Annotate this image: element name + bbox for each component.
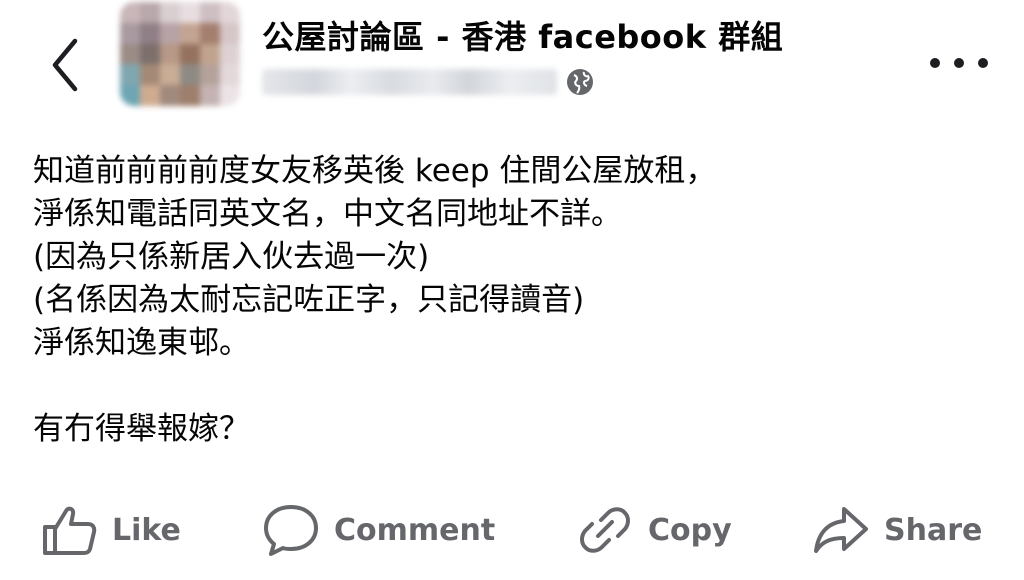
action-bar: Like Comment Copy Share xyxy=(0,490,1024,570)
back-button[interactable] xyxy=(40,30,90,100)
post-line: 有冇得舉報嫁？ xyxy=(33,411,250,447)
group-title[interactable]: 公屋討論區 - 香港 facebook 群組 xyxy=(262,12,783,58)
comment-label: Comment xyxy=(334,512,496,548)
author-name-redacted xyxy=(262,69,557,95)
copy-label: Copy xyxy=(648,512,732,548)
comment-bubble-icon xyxy=(264,505,318,556)
post-line: (名係因為太耐忘記咗正字，只記得讀音) xyxy=(33,282,585,318)
post-line xyxy=(33,365,993,408)
link-icon xyxy=(580,507,630,553)
post-header: 公屋討論區 - 香港 facebook 群組 xyxy=(0,0,1024,120)
like-label: Like xyxy=(112,512,181,548)
post-line: 淨係知電話同英文名，中文名同地址不詳。 xyxy=(33,196,622,232)
thumbs-up-icon xyxy=(43,506,97,555)
copy-button[interactable]: Copy xyxy=(576,502,732,558)
post-meta xyxy=(262,64,595,100)
post-line: 淨係知逸東邨。 xyxy=(33,325,250,361)
globe-icon xyxy=(567,69,593,95)
post-line: 知道前前前前度女友移英後 keep 住間公屋放租， xyxy=(33,153,717,189)
more-horizontal-icon xyxy=(930,58,940,68)
post-text: 知道前前前前度女友移英後 keep 住間公屋放租， 淨係知電話同英文名，中文名同… xyxy=(33,150,993,451)
chevron-left-icon xyxy=(52,38,78,92)
group-avatar[interactable] xyxy=(120,2,240,106)
share-label: Share xyxy=(884,512,983,548)
share-arrow-icon xyxy=(814,507,868,553)
like-button[interactable]: Like xyxy=(40,502,181,558)
comment-button[interactable]: Comment xyxy=(262,502,495,558)
share-button[interactable]: Share xyxy=(812,502,982,558)
more-options-button[interactable] xyxy=(930,46,988,80)
post-line: (因為只係新居入伙去過一次) xyxy=(33,239,430,275)
